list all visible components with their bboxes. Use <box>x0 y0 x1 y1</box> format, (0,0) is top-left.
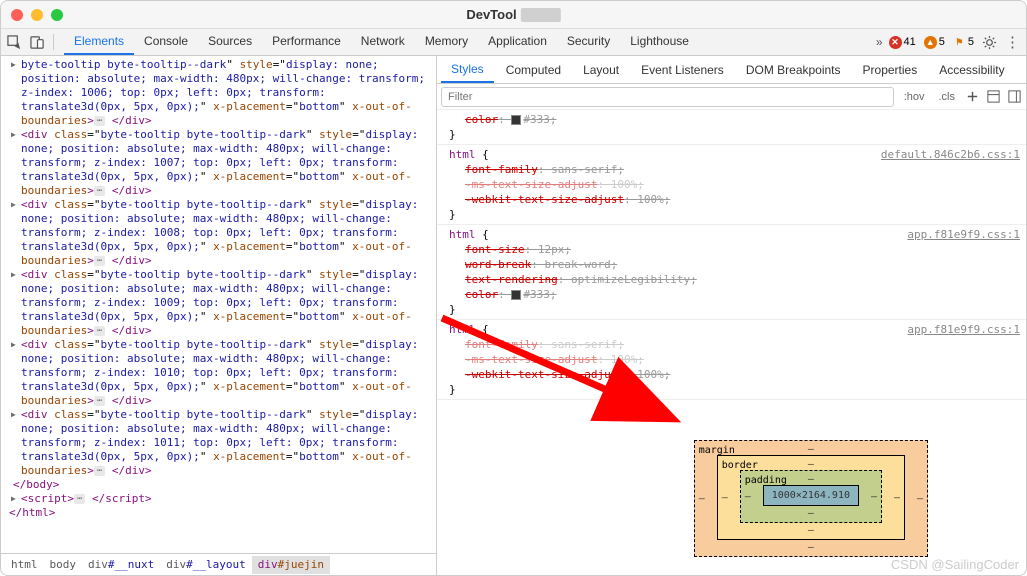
box-model[interactable]: margin –––– border –––– padding –––– 100… <box>694 440 928 557</box>
tab-lighthouse[interactable]: Lighthouse <box>620 29 699 55</box>
dom-node[interactable]: <div class="byte-tooltip byte-tooltip--d… <box>9 128 436 198</box>
crumb-body[interactable]: body <box>44 556 83 574</box>
dom-node[interactable]: <div class="byte-tooltip byte-tooltip--d… <box>9 408 436 478</box>
titlebar: DevTool <box>1 1 1026 29</box>
hov-toggle[interactable]: :hov <box>900 89 929 105</box>
subtab-computed[interactable]: Computed <box>496 58 571 82</box>
minimize-dot[interactable] <box>31 9 43 21</box>
new-rule-icon[interactable] <box>965 89 980 104</box>
subtab-styles[interactable]: Styles <box>441 57 494 83</box>
rule-source[interactable]: app.f81e9f9.css:1 <box>907 322 1020 337</box>
error-badge[interactable]: ✕41 <box>889 36 916 49</box>
css-rule[interactable]: app.f81e9f9.css:1html {font-family: sans… <box>437 320 1026 400</box>
styles-tabs: StylesComputedLayoutEvent ListenersDOM B… <box>437 56 1026 84</box>
subtab-accessibility[interactable]: Accessibility <box>929 58 1014 82</box>
window-title: DevTool <box>466 7 560 23</box>
crumb-#__layout[interactable]: div#__layout <box>160 556 251 574</box>
device-icon[interactable] <box>30 35 45 50</box>
css-rule[interactable]: default.846c2b6.css:1html {font-family: … <box>437 145 1026 225</box>
subtab-event-listeners[interactable]: Event Listeners <box>631 58 734 82</box>
tab-memory[interactable]: Memory <box>415 29 478 55</box>
sidebar-icon[interactable] <box>1007 89 1022 104</box>
rule-source[interactable]: app.f81e9f9.css:1 <box>907 227 1020 242</box>
tab-sources[interactable]: Sources <box>198 29 262 55</box>
subtab-properties[interactable]: Properties <box>853 58 928 82</box>
cls-toggle[interactable]: .cls <box>935 89 960 105</box>
tab-network[interactable]: Network <box>351 29 415 55</box>
watermark: CSDN @SailingCoder <box>891 557 1019 572</box>
flag-badge[interactable]: ⚑5 <box>953 36 974 49</box>
close-dot[interactable] <box>11 9 23 21</box>
filter-input[interactable] <box>441 87 894 107</box>
dom-node[interactable]: <div class="byte-tooltip byte-tooltip--d… <box>9 338 436 408</box>
css-rule[interactable]: color: #333;} <box>437 110 1026 145</box>
inspect-icon[interactable] <box>7 35 22 50</box>
computed-icon[interactable] <box>986 89 1001 104</box>
tab-console[interactable]: Console <box>134 29 198 55</box>
styles-pane[interactable]: color: #333;}default.846c2b6.css:1html {… <box>437 110 1026 575</box>
dom-node[interactable]: <div class="byte-tooltip byte-tooltip--d… <box>9 198 436 268</box>
crumb-html[interactable]: html <box>5 556 44 574</box>
dom-node[interactable]: <div class="byte-tooltip byte-tooltip--d… <box>9 268 436 338</box>
zoom-dot[interactable] <box>51 9 63 21</box>
gear-icon[interactable] <box>982 35 997 50</box>
devtools-toolbar: ElementsConsoleSourcesPerformanceNetwork… <box>1 29 1026 56</box>
kebab-icon[interactable]: ⋮ <box>1005 33 1020 51</box>
crumb-#juejin[interactable]: div#juejin <box>252 556 330 574</box>
rule-source[interactable]: default.846c2b6.css:1 <box>881 147 1020 162</box>
dom-node[interactable]: byte-tooltip byte-tooltip--dark" style="… <box>9 58 436 128</box>
css-rule[interactable]: app.f81e9f9.css:1html {font-size: 12px;w… <box>437 225 1026 320</box>
dom-tree[interactable]: byte-tooltip byte-tooltip--dark" style="… <box>1 56 436 553</box>
breadcrumb[interactable]: htmlbodydiv#__nuxtdiv#__layoutdiv#juejin <box>1 553 436 575</box>
subtab-dom-breakpoints[interactable]: DOM Breakpoints <box>736 58 851 82</box>
crumb-#__nuxt[interactable]: div#__nuxt <box>82 556 160 574</box>
subtab-layout[interactable]: Layout <box>573 58 629 82</box>
more-tabs-icon[interactable]: » <box>870 35 889 49</box>
tab-elements[interactable]: Elements <box>64 29 134 55</box>
tab-performance[interactable]: Performance <box>262 29 351 55</box>
tab-application[interactable]: Application <box>478 29 557 55</box>
warning-badge[interactable]: ▲5 <box>924 36 945 49</box>
tab-security[interactable]: Security <box>557 29 620 55</box>
